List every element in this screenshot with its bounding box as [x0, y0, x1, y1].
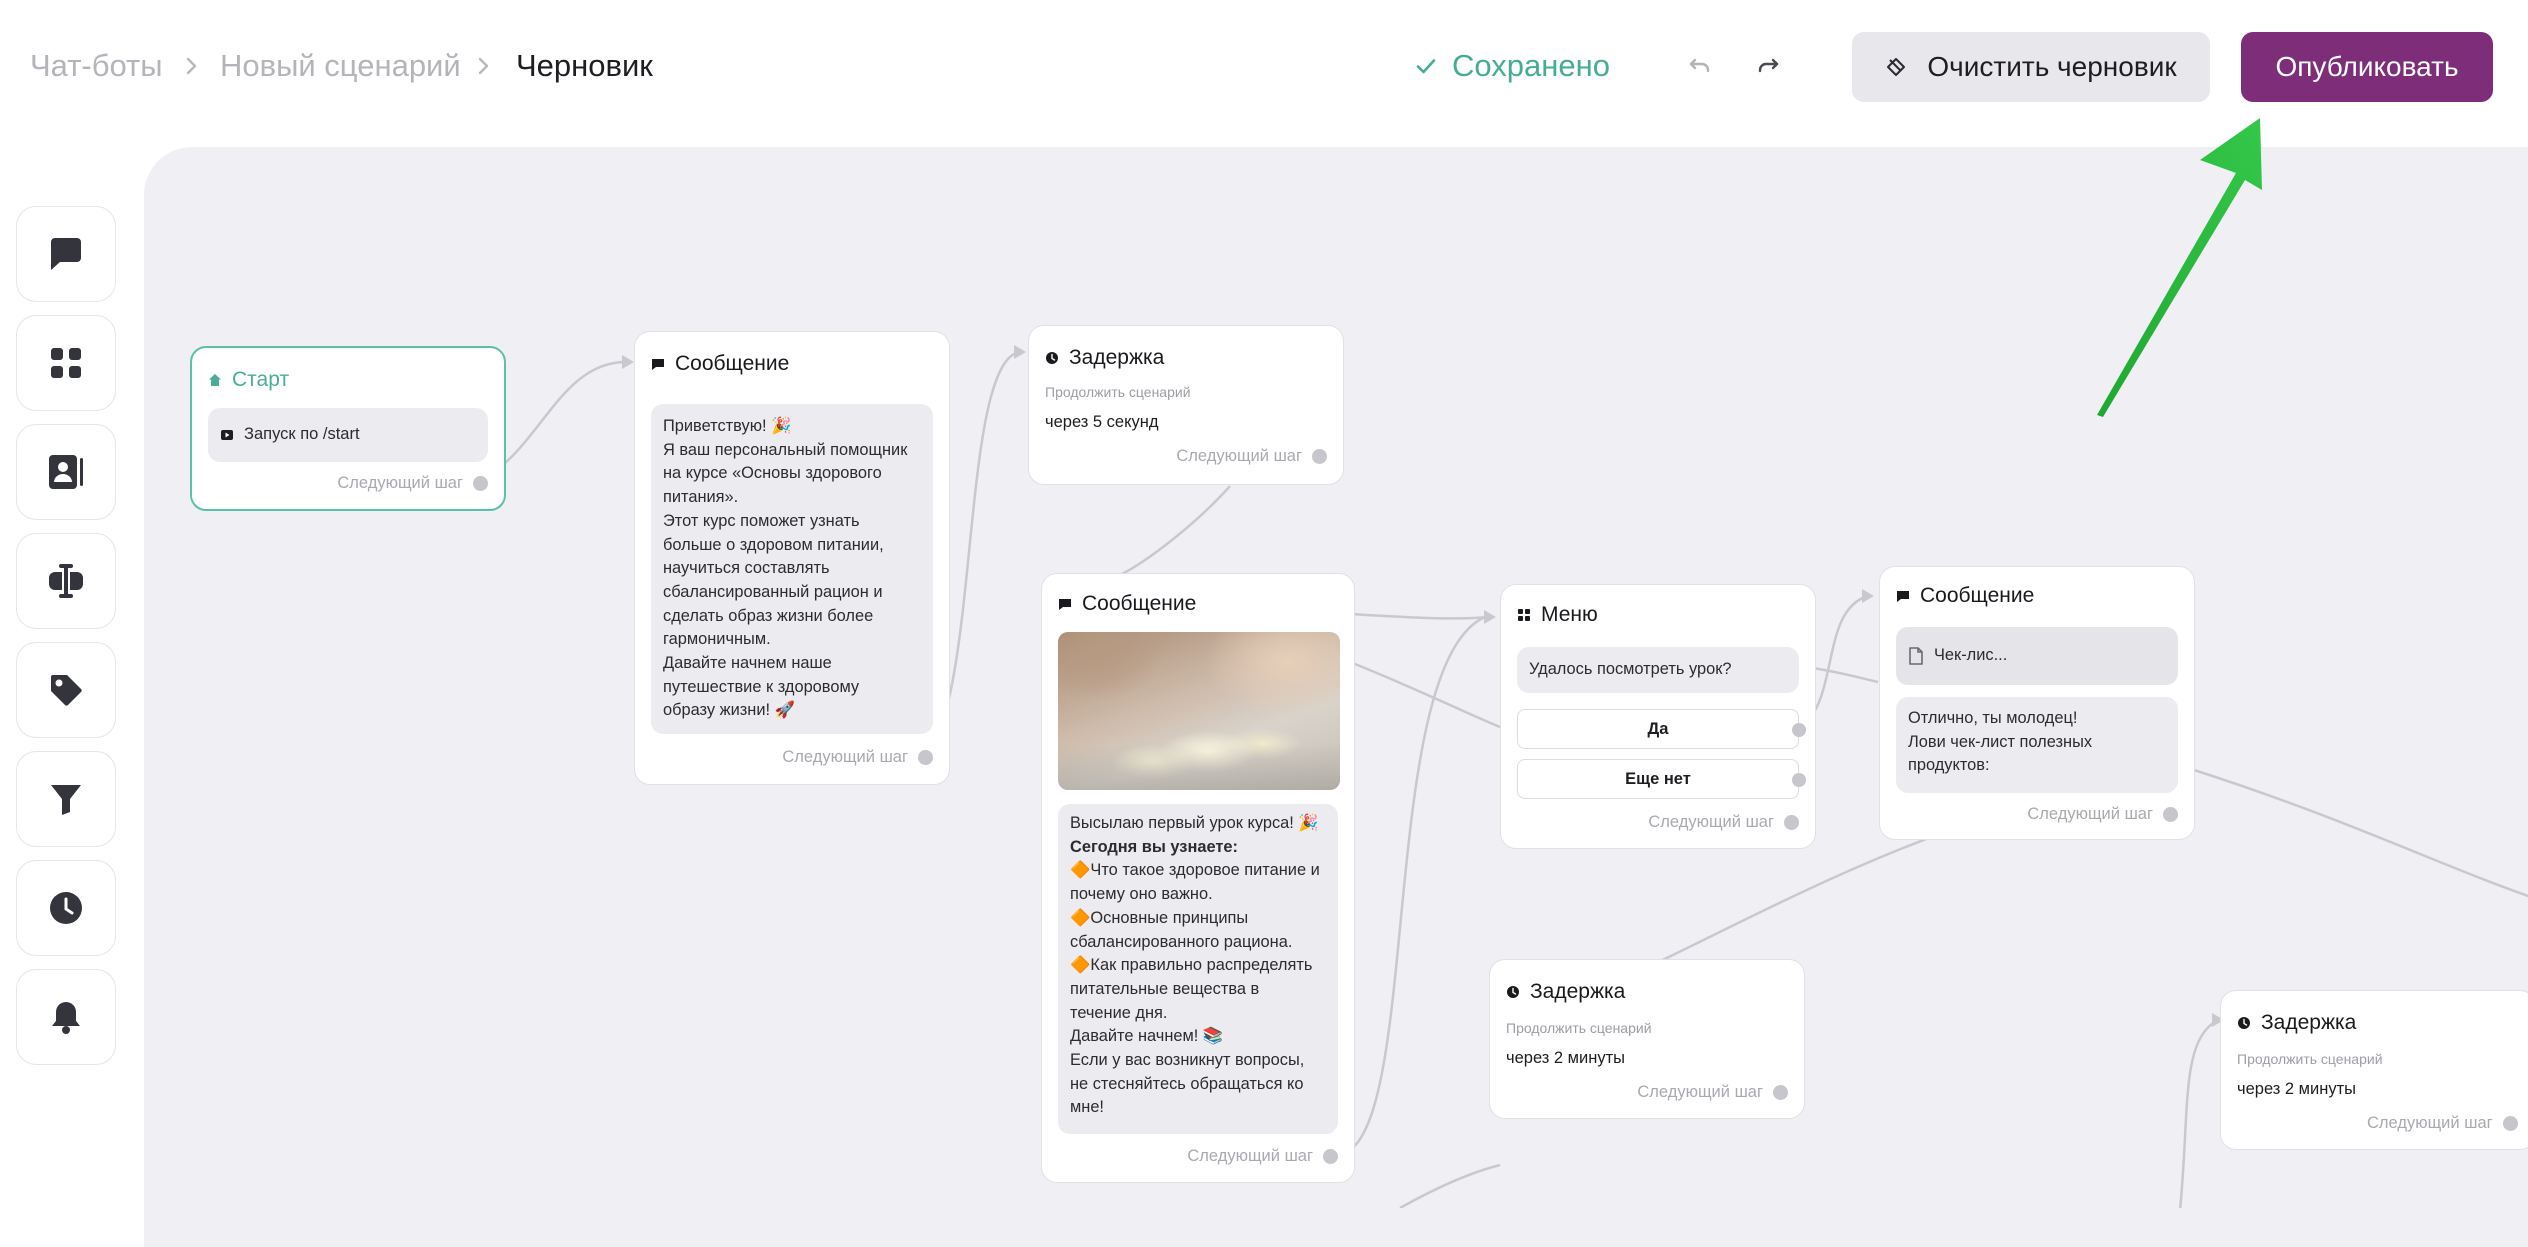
annotation-arrow: [2097, 118, 2262, 417]
